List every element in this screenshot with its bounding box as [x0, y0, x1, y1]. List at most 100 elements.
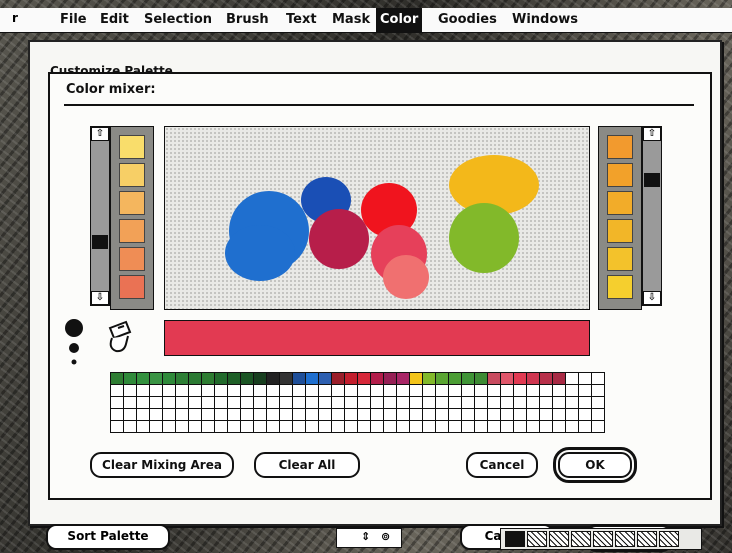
palette-cell[interactable] [253, 396, 267, 409]
palette-cell[interactable] [461, 372, 475, 385]
palette-cell[interactable] [227, 396, 241, 409]
palette-cell[interactable] [487, 372, 501, 385]
palette-cell[interactable] [396, 396, 410, 409]
palette-cell[interactable] [396, 408, 410, 421]
palette-cell[interactable] [110, 372, 124, 385]
palette-cell[interactable] [201, 396, 215, 409]
palette-cell[interactable] [162, 420, 176, 433]
strip-swatch[interactable] [607, 135, 633, 159]
pattern-grid-icon[interactable] [549, 531, 569, 547]
strip-swatch[interactable] [607, 219, 633, 243]
palette-cell[interactable] [214, 408, 228, 421]
palette-cell[interactable] [175, 384, 189, 397]
palette-cell[interactable] [500, 384, 514, 397]
palette-cell[interactable] [279, 420, 293, 433]
palette-cell[interactable] [279, 396, 293, 409]
palette-cell[interactable] [253, 408, 267, 421]
palette-cell[interactable] [500, 408, 514, 421]
palette-cell[interactable] [175, 396, 189, 409]
palette-cell[interactable] [383, 396, 397, 409]
palette-cell[interactable] [227, 372, 241, 385]
palette-cell[interactable] [305, 396, 319, 409]
palette-cell[interactable] [526, 420, 540, 433]
palette-cell[interactable] [188, 396, 202, 409]
palette-cell[interactable] [149, 408, 163, 421]
palette-cell[interactable] [214, 396, 228, 409]
palette-cell[interactable] [526, 396, 540, 409]
palette-cell[interactable] [123, 420, 137, 433]
scroll-down-arrow-icon[interactable]: ⇩ [643, 291, 661, 305]
palette-cell[interactable] [409, 384, 423, 397]
palette-cell[interactable] [565, 396, 579, 409]
palette-cell[interactable] [227, 420, 241, 433]
palette-cell[interactable] [474, 408, 488, 421]
palette-cell[interactable] [123, 384, 137, 397]
palette-cell[interactable] [344, 372, 358, 385]
palette-cell[interactable] [370, 384, 384, 397]
palette-cell[interactable] [370, 420, 384, 433]
palette-cell[interactable] [201, 384, 215, 397]
palette-cell[interactable] [409, 420, 423, 433]
right-scroll-thumb[interactable] [644, 173, 660, 187]
menu-brush[interactable]: Brush [222, 8, 273, 32]
apple-menu-icon[interactable]: r [12, 11, 18, 25]
right-scrollbar[interactable]: ⇧ ⇩ [642, 126, 662, 306]
palette-cell[interactable] [123, 372, 137, 385]
menu-color[interactable]: Color [376, 8, 423, 32]
palette-cell[interactable] [487, 396, 501, 409]
palette-cell[interactable] [539, 396, 553, 409]
palette-cell[interactable] [240, 420, 254, 433]
palette-cell[interactable] [409, 372, 423, 385]
palette-cell[interactable] [448, 396, 462, 409]
page-stepper-icon[interactable]: ⇕ [361, 530, 370, 543]
palette-cell[interactable] [162, 384, 176, 397]
palette-cell[interactable] [474, 372, 488, 385]
strip-swatch[interactable] [119, 219, 145, 243]
palette-cell[interactable] [188, 408, 202, 421]
palette-cell[interactable] [383, 384, 397, 397]
palette-cell[interactable] [227, 408, 241, 421]
palette-cell[interactable] [409, 396, 423, 409]
palette-cell[interactable] [565, 372, 579, 385]
palette-cell[interactable] [513, 396, 527, 409]
palette-cell[interactable] [461, 408, 475, 421]
palette-cell[interactable] [331, 408, 345, 421]
scroll-up-arrow-icon[interactable]: ⇧ [643, 127, 661, 141]
palette-cell[interactable] [396, 420, 410, 433]
scroll-up-arrow-icon[interactable]: ⇧ [91, 127, 109, 141]
palette-cell[interactable] [409, 408, 423, 421]
palette-cell[interactable] [422, 396, 436, 409]
sort-palette-button[interactable]: Sort Palette [46, 524, 170, 550]
strip-swatch[interactable] [607, 163, 633, 187]
menu-windows[interactable]: Windows [508, 8, 582, 32]
menu-mask[interactable]: Mask [328, 8, 374, 32]
palette-cell[interactable] [188, 384, 202, 397]
pattern-blocks-icon[interactable] [593, 531, 613, 547]
palette-cell[interactable] [305, 372, 319, 385]
palette-cell[interactable] [513, 420, 527, 433]
palette-cell[interactable] [448, 420, 462, 433]
zoom-icon[interactable]: ⊚ [381, 530, 390, 543]
palette-cell[interactable] [110, 384, 124, 397]
palette-cell[interactable] [136, 408, 150, 421]
palette-cell[interactable] [461, 420, 475, 433]
palette-cell[interactable] [578, 420, 592, 433]
menu-goodies[interactable]: Goodies [434, 8, 501, 32]
palette-cell[interactable] [448, 384, 462, 397]
left-scroll-thumb[interactable] [92, 235, 108, 249]
palette-cell[interactable] [474, 420, 488, 433]
palette-cell[interactable] [383, 420, 397, 433]
palette-cell[interactable] [552, 372, 566, 385]
palette-cell[interactable] [344, 396, 358, 409]
palette-cell[interactable] [162, 396, 176, 409]
palette-cell[interactable] [513, 408, 527, 421]
palette-cell[interactable] [305, 420, 319, 433]
palette-cell[interactable] [240, 384, 254, 397]
palette-cell[interactable] [396, 372, 410, 385]
palette-cell[interactable] [513, 384, 527, 397]
palette-cell[interactable] [110, 408, 124, 421]
palette-cell[interactable] [266, 408, 280, 421]
pattern-lines-icon[interactable] [571, 531, 591, 547]
palette-cell[interactable] [201, 408, 215, 421]
palette-cell[interactable] [162, 408, 176, 421]
